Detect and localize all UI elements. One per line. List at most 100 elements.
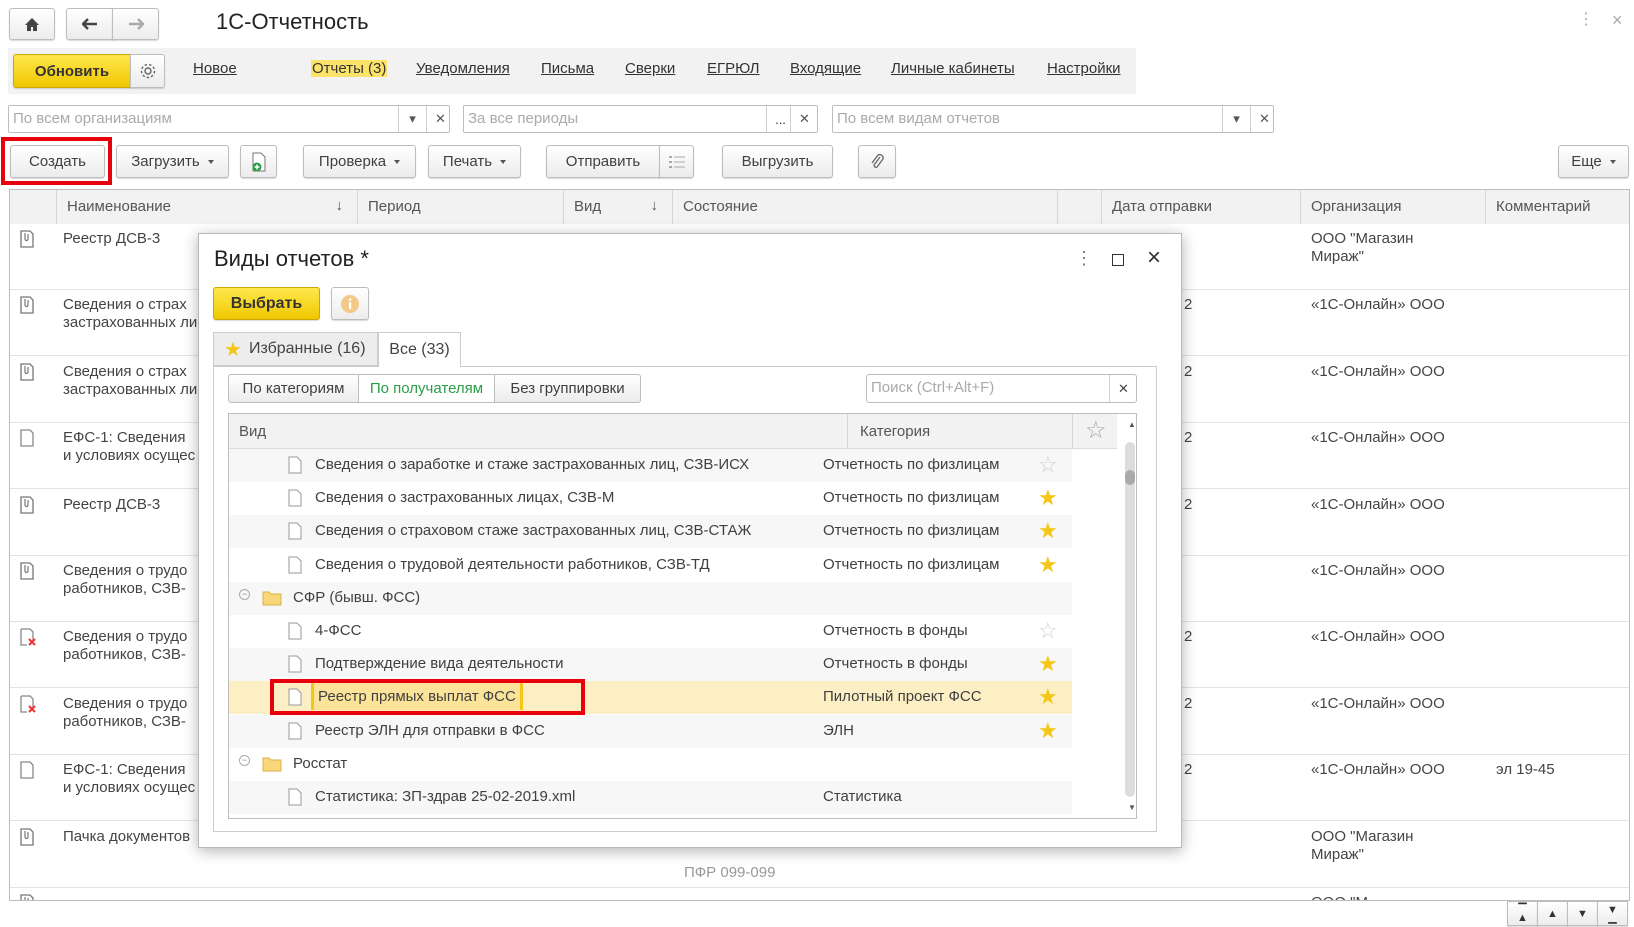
info-button[interactable] [331,287,369,320]
scroll-down-arrow[interactable]: ▼ [1128,803,1136,812]
upload-button[interactable]: Загрузить [116,145,229,178]
tab-all[interactable]: Все (33) [378,332,461,367]
vertical-dots-icon[interactable]: ⋮ [1578,12,1594,28]
tab-favorites[interactable]: ★ Избранные (16) [213,332,378,366]
nav-link-1[interactable]: Отчеты (3) [311,60,388,77]
create-button[interactable]: Создать [10,145,105,178]
send-button[interactable]: Отправить [546,145,660,178]
organization: «1С-Онлайн» ООО [1311,495,1445,513]
no-grouping-button[interactable]: Без группировки [494,374,641,403]
refresh-button[interactable]: Обновить [13,54,131,88]
export-button[interactable]: Выгрузить [722,145,833,178]
clear-icon[interactable]: ✕ [1250,106,1278,132]
collapse-icon[interactable]: − [239,588,250,600]
star-filled-icon[interactable]: ★ [1038,518,1058,544]
report-type-row[interactable]: Подтверждение вида деятельности Отчетност… [229,648,1072,682]
report-type-filter[interactable]: По всем видам отчетов ▾ ✕ [832,105,1274,133]
nav-link-8[interactable]: Настройки [1047,60,1121,77]
scrollbar-track[interactable] [1125,442,1135,797]
add-file-button[interactable] [240,145,277,178]
dialog-title: Виды отчетов * [214,246,369,271]
dropdown-arrow-icon[interactable]: ▾ [398,106,426,132]
report-type-row[interactable]: Сведения о заработке и стаже застрахован… [229,449,1072,482]
organization-filter[interactable]: По всем организациям ▾ ✕ [8,105,450,133]
nav-link-7[interactable]: Личные кабинеты [891,60,1015,77]
tab-all-label: Все (33) [389,341,450,358]
star-filled-icon[interactable]: ★ [1038,651,1058,677]
select-button[interactable]: Выбрать [213,287,320,320]
scrollbar-thumb[interactable] [1125,470,1135,485]
nav-link-3[interactable]: Письма [541,60,594,77]
column-header-kind[interactable]: Вид [229,414,848,449]
nav-link-4[interactable]: Сверки [625,60,675,77]
group-by-category-button[interactable]: По категориям [228,374,359,403]
report-type-row[interactable]: Реестр прямых выплат ФСС Пилотный проект … [229,679,1072,716]
clear-icon[interactable]: ✕ [790,106,818,132]
period-filter[interactable]: За все периоды ... ✕ [463,105,818,133]
star-outline-icon[interactable]: ☆ [1038,452,1058,478]
column-header[interactable]: Комментарий [1486,190,1629,224]
dropdown-arrow-icon[interactable]: ▾ [1222,106,1250,132]
forward-button[interactable] [112,8,159,40]
favorite-column-star-icon[interactable]: ☆ [1085,416,1107,445]
report-type-name: Подтверждение вида деятельности [315,655,564,673]
send-options-button[interactable] [659,145,694,178]
column-header-label: Организация [1311,198,1402,215]
back-button[interactable] [66,8,113,40]
organization: «1С-Онлайн» ООО [1311,694,1445,712]
report-type-row[interactable]: 4-ФСС Отчетность в фонды ☆ [229,615,1072,648]
scroll-down-button[interactable]: ▼ [1567,901,1598,926]
column-header[interactable]: Период [358,190,564,224]
organization: «1С-Онлайн» ООО [1311,761,1445,779]
close-icon[interactable]: × [1612,10,1623,31]
nav-link-2[interactable]: Уведомления [416,60,510,77]
attached-document-icon [19,894,35,900]
scroll-bottom-button[interactable]: ▼ ▁ [1597,901,1628,926]
print-button[interactable]: Печать [428,145,521,178]
column-header-label: Наименование [67,198,171,215]
nav-link-0[interactable]: Новое [193,60,237,77]
settings-button[interactable] [130,54,165,88]
column-header[interactable]: Организация [1301,190,1486,224]
clear-icon[interactable]: ✕ [426,106,454,132]
scroll-up-arrow[interactable]: ▲ [1128,420,1136,429]
attach-button[interactable] [858,145,896,178]
collapse-icon[interactable]: − [239,754,250,766]
home-button[interactable] [9,8,55,40]
nav-link-5[interactable]: ЕГРЮЛ [707,60,759,77]
group-by-recipient-button[interactable]: По получателям [358,374,495,403]
star-filled-icon[interactable]: ★ [1038,552,1058,578]
report-type-row[interactable]: Статистика: ЗП-здрав 25-02-2019.xml Стати… [229,781,1072,814]
more-button[interactable]: Еще [1558,145,1629,178]
nav-link-6[interactable]: Входящие [790,60,861,77]
star-filled-icon[interactable]: ★ [1038,485,1058,511]
table-row[interactable]: ООО "М [10,888,1629,900]
column-header[interactable] [1058,190,1102,224]
report-type-row[interactable]: Реестр ЭЛН для отправки в ФСС ЭЛН ★ [229,714,1072,748]
clear-search-icon[interactable]: ✕ [1109,375,1137,402]
group-row[interactable]: − Росстат [229,747,1072,781]
scroll-top-button[interactable]: ▔ ▲ [1507,901,1538,926]
check-button[interactable]: Проверка [303,145,416,178]
search-input[interactable]: Поиск (Ctrl+Alt+F) ✕ [866,374,1137,403]
report-type-row[interactable]: Сведения о застрахованных лицах, СЗВ-М От… [229,482,1072,516]
dialog-close-icon[interactable]: × [1147,244,1161,272]
scroll-up-button[interactable]: ▲ [1537,901,1568,926]
column-header[interactable]: Вид ↓ [564,190,673,224]
star-filled-icon[interactable]: ★ [1038,684,1058,710]
star-filled-icon[interactable]: ★ [1038,718,1058,744]
column-header-category[interactable]: Категория [848,414,1073,449]
send-date: 2 [1184,429,1193,447]
column-header[interactable]: Дата отправки [1102,190,1301,224]
document-icon [288,556,302,578]
group-row[interactable]: − СФР (бывш. ФСС) [229,581,1072,615]
dialog-more-icon[interactable]: ⋮ [1075,248,1093,269]
column-header[interactable]: Состояние [673,190,1058,224]
column-header[interactable]: Наименование ↓ [57,190,358,224]
maximize-icon[interactable] [1112,254,1124,266]
star-outline-icon[interactable]: ☆ [1038,618,1058,644]
report-type-row[interactable]: Сведения о страховом стаже застрахованны… [229,515,1072,549]
report-type-row[interactable]: Сведения о трудовой деятельности работни… [229,548,1072,582]
report-type-category: ЭЛН [823,721,854,739]
attached-document-icon [19,562,35,584]
